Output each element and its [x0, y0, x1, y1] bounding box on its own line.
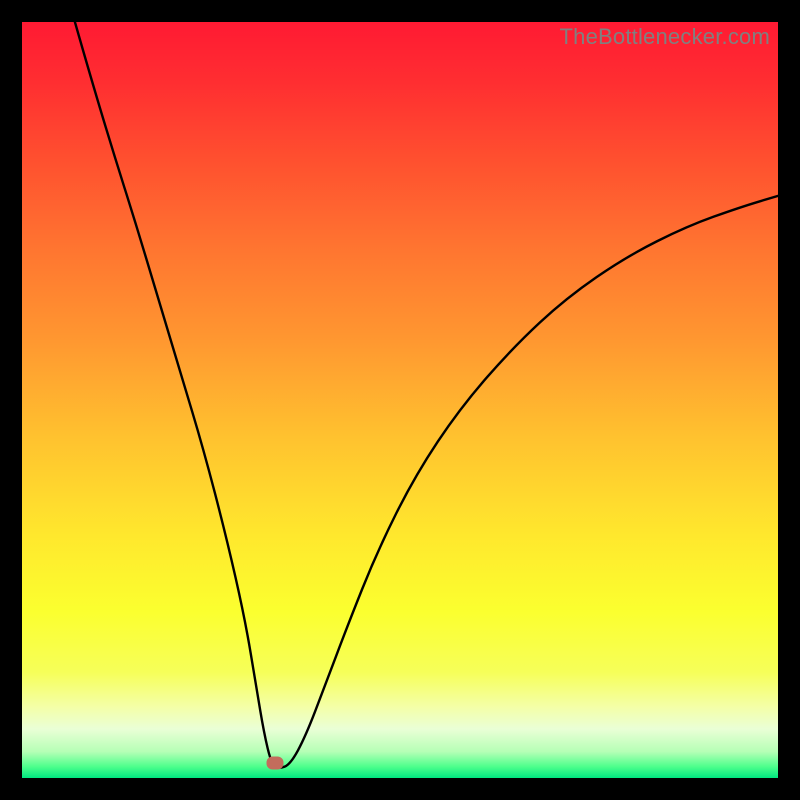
chart-frame: TheBottlenecker.com	[22, 22, 778, 778]
bottleneck-curve	[22, 22, 778, 778]
optimal-point-marker	[267, 756, 284, 769]
watermark-text: TheBottlenecker.com	[560, 24, 770, 50]
